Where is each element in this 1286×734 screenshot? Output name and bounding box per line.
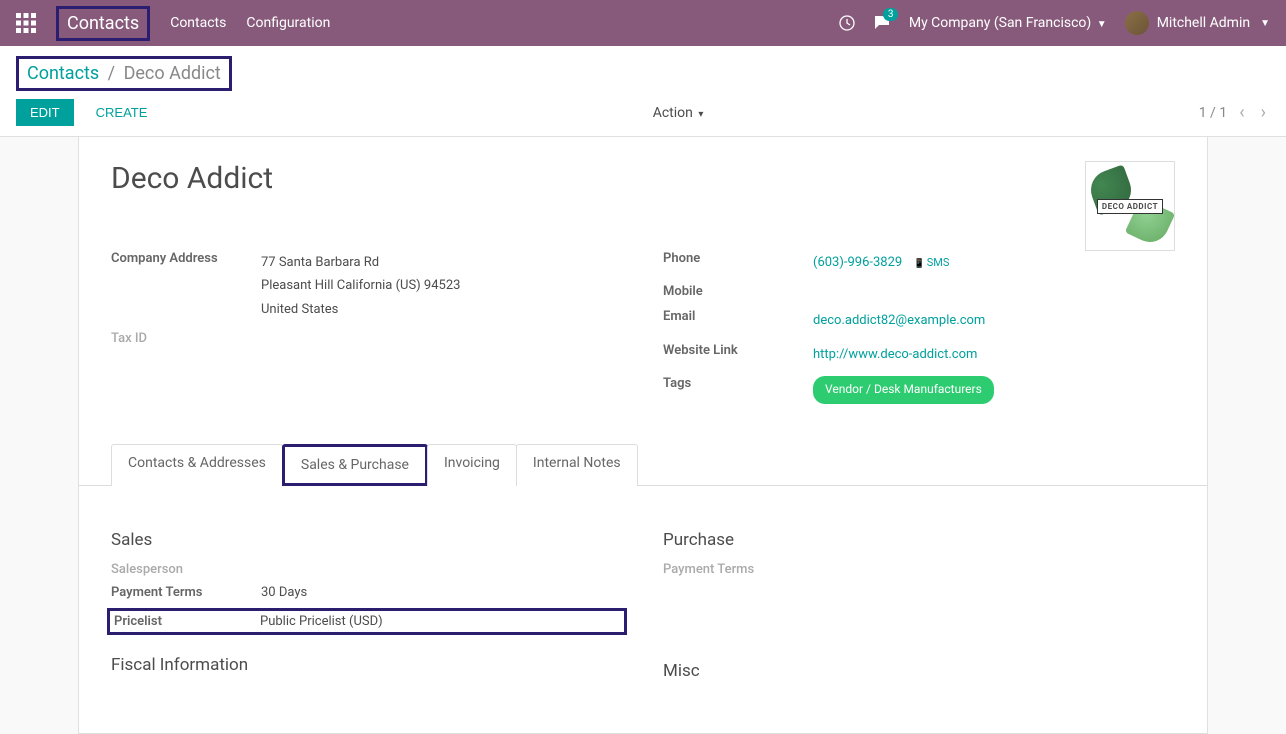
user-name-label: Mitchell Admin [1157, 15, 1250, 31]
edit-button[interactable]: EDIT [16, 99, 74, 126]
section-title-sales: Sales [111, 530, 623, 550]
app-brand[interactable]: Contacts [67, 13, 139, 34]
breadcrumb-root[interactable]: Contacts [27, 63, 99, 84]
action-dropdown[interactable]: Action ▾ [653, 105, 704, 121]
field-value: (603)-996-3829 SMS [813, 251, 1175, 274]
highlight-box-brand: Contacts [56, 6, 150, 41]
address-line: United States [261, 302, 338, 317]
apps-icon[interactable] [16, 13, 36, 33]
tab-sales-purchase[interactable]: Sales & Purchase [282, 444, 428, 486]
field-label: Company Address [111, 251, 261, 266]
field-salesperson: Salesperson [111, 562, 623, 577]
field-label: Tags [663, 376, 813, 391]
highlight-box-pricelist: Pricelist Public Pricelist (USD) [107, 608, 627, 635]
sheet-wrapper: Deco Addict DECO ADDICT Company Address … [0, 137, 1286, 734]
address-line: Pleasant Hill California (US) 94523 [261, 278, 460, 293]
field-tax-id: Tax ID [111, 331, 623, 346]
cp-right: 1 / 1 ‹ › [1199, 102, 1270, 123]
field-label: Pricelist [114, 614, 260, 629]
field-value: Vendor / Desk Manufacturers [813, 376, 1175, 404]
section-title-misc: Misc [663, 661, 1175, 681]
nav-right: 3 My Company (San Francisco) ▼ Mitchell … [839, 11, 1270, 35]
title-row: Deco Addict DECO ADDICT [111, 161, 1175, 251]
tab-internal-notes[interactable]: Internal Notes [516, 444, 638, 486]
control-panel-row: EDIT CREATE Action ▾ 1 / 1 ‹ › [16, 99, 1270, 126]
info-col-right: Phone (603)-996-3829 SMS Mobile Email de… [663, 251, 1175, 414]
field-mobile: Mobile [663, 284, 1175, 299]
form-sheet: Deco Addict DECO ADDICT Company Address … [78, 137, 1208, 734]
user-menu[interactable]: Mitchell Admin ▼ [1125, 11, 1270, 35]
tab-contacts-addresses[interactable]: Contacts & Addresses [111, 444, 283, 486]
field-purchase-payment-terms: Payment Terms [663, 562, 1175, 577]
website-link[interactable]: http://www.deco-addict.com [813, 343, 1175, 366]
nav-link-configuration[interactable]: Configuration [246, 15, 330, 31]
section-title-fiscal: Fiscal Information [111, 655, 623, 675]
page-title: Deco Addict [111, 161, 273, 196]
control-panel: Contacts / Deco Addict EDIT CREATE Actio… [0, 46, 1286, 137]
caret-down-icon: ▼ [1097, 19, 1107, 30]
cp-left: EDIT CREATE [16, 99, 157, 126]
info-grid: Company Address 77 Santa Barbara Rd Plea… [111, 251, 1175, 414]
tab-invoicing[interactable]: Invoicing [427, 444, 517, 486]
field-label: Phone [663, 251, 813, 266]
avatar [1125, 11, 1149, 35]
caret-down-icon: ▼ [1260, 18, 1270, 29]
sms-link[interactable]: SMS [913, 256, 949, 269]
field-label: Website Link [663, 343, 813, 358]
section-col-left: Sales Salesperson Payment Terms 30 Days … [111, 510, 623, 693]
field-email: Email deco.addict82@example.com [663, 309, 1175, 332]
top-navbar: Contacts Contacts Configuration 3 My Com… [0, 0, 1286, 46]
address-line: 77 Santa Barbara Rd [261, 255, 379, 270]
breadcrumb: Contacts / Deco Addict [27, 63, 221, 84]
create-button[interactable]: CREATE [86, 99, 158, 126]
field-website: Website Link http://www.deco-addict.com [663, 343, 1175, 366]
field-label: Salesperson [111, 562, 261, 577]
tabs: Contacts & Addresses Sales & Purchase In… [79, 444, 1207, 486]
pager-prev[interactable]: ‹ [1235, 102, 1248, 123]
phone-link[interactable]: (603)-996-3829 [813, 255, 902, 270]
logo-text: DECO ADDICT [1097, 199, 1163, 214]
section-col-right: Purchase Payment Terms Misc [663, 510, 1175, 693]
pricelist-link[interactable]: Public Pricelist (USD) [260, 614, 620, 629]
pager-text: 1 / 1 [1199, 105, 1227, 121]
nav-link-contacts[interactable]: Contacts [170, 15, 226, 31]
field-company-address: Company Address 77 Santa Barbara Rd Plea… [111, 251, 623, 321]
action-label: Action [653, 105, 693, 121]
pager-next[interactable]: › [1257, 102, 1270, 123]
field-tags: Tags Vendor / Desk Manufacturers [663, 376, 1175, 404]
highlight-box-breadcrumb: Contacts / Deco Addict [16, 56, 232, 91]
messages-icon[interactable]: 3 [873, 14, 891, 32]
nav-links: Contacts Configuration [170, 15, 330, 31]
field-label: Mobile [663, 284, 813, 299]
breadcrumb-separator: / [108, 63, 115, 84]
email-link[interactable]: deco.addict82@example.com [813, 309, 1175, 332]
field-label: Tax ID [111, 331, 261, 346]
company-name-label: My Company (San Francisco) [909, 15, 1091, 31]
activity-icon[interactable] [839, 15, 855, 31]
breadcrumb-current: Deco Addict [124, 63, 221, 84]
section-title-purchase: Purchase [663, 530, 1175, 550]
field-value: 30 Days [261, 585, 623, 600]
field-label: Email [663, 309, 813, 324]
field-label: Payment Terms [111, 585, 261, 600]
tab-content: Sales Salesperson Payment Terms 30 Days … [111, 510, 1175, 693]
caret-down-icon: ▾ [698, 109, 703, 120]
info-col-left: Company Address 77 Santa Barbara Rd Plea… [111, 251, 623, 414]
field-phone: Phone (603)-996-3829 SMS [663, 251, 1175, 274]
field-value: 77 Santa Barbara Rd Pleasant Hill Califo… [261, 251, 623, 321]
company-switcher[interactable]: My Company (San Francisco) ▼ [909, 15, 1107, 31]
cp-center: Action ▾ [157, 105, 1198, 121]
messages-badge: 3 [883, 8, 899, 21]
field-payment-terms: Payment Terms 30 Days [111, 585, 623, 600]
company-logo[interactable]: DECO ADDICT [1085, 161, 1175, 251]
tag-pill[interactable]: Vendor / Desk Manufacturers [813, 376, 994, 404]
field-label: Payment Terms [663, 562, 813, 577]
